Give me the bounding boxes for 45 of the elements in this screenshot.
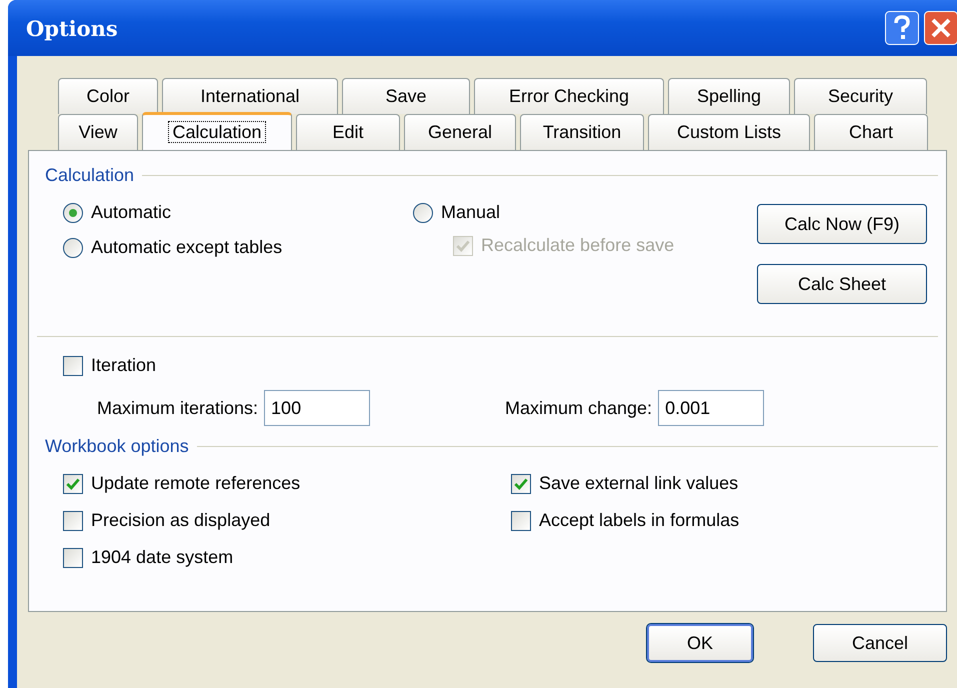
tab[interactable]: Save: [342, 78, 470, 114]
group-heading: Calculation: [45, 165, 134, 186]
input-field[interactable]: 100: [264, 390, 370, 426]
window-title: Options: [26, 16, 118, 40]
checkbox-label: Accept labels in formulas: [539, 510, 740, 531]
checkbox-label: 1904 date system: [91, 547, 234, 568]
checkbox-label: Save external link values: [539, 473, 738, 494]
checkbox[interactable]: [63, 548, 83, 568]
calc-button[interactable]: Calc Now (F9): [757, 204, 927, 244]
radio-label: Automatic except tables: [91, 237, 282, 258]
radio-button[interactable]: [413, 202, 433, 222]
group-heading: Workbook options: [45, 436, 189, 457]
tab[interactable]: Error Checking: [474, 78, 664, 114]
checkbox[interactable]: [63, 356, 83, 376]
dialog-button[interactable]: OK: [647, 624, 753, 662]
radio-button[interactable]: [63, 238, 83, 258]
checkbox[interactable]: [511, 510, 531, 530]
tab[interactable]: Chart: [814, 114, 928, 150]
tab[interactable]: View: [58, 114, 138, 150]
tab[interactable]: Transition: [520, 114, 644, 150]
checkbox[interactable]: [63, 474, 83, 494]
field-label: Maximum change:: [505, 398, 652, 418]
checkbox[interactable]: [63, 510, 83, 530]
help-icon[interactable]: [885, 11, 919, 45]
tab[interactable]: Color: [58, 78, 158, 114]
checkbox-label: Precision as displayed: [91, 510, 270, 531]
tab[interactable]: International: [162, 78, 338, 114]
radio-label: Manual: [441, 202, 500, 223]
checkbox-label: Update remote references: [91, 473, 300, 494]
close-icon[interactable]: [924, 11, 957, 45]
tab[interactable]: Edit: [296, 114, 400, 150]
field-label: Maximum iterations:: [97, 398, 258, 418]
radio-button[interactable]: [63, 202, 83, 222]
radio-label: Automatic: [91, 202, 172, 223]
checkbox[interactable]: [511, 474, 531, 494]
tab[interactable]: Calculation: [142, 112, 292, 150]
tab[interactable]: Security: [794, 78, 927, 114]
dialog-button[interactable]: Cancel: [813, 624, 947, 662]
checkbox-label: Recalculate before save: [481, 235, 674, 256]
tab[interactable]: Custom Lists: [648, 114, 810, 150]
input-field[interactable]: 0.001: [658, 390, 764, 426]
calc-button[interactable]: Calc Sheet: [757, 264, 927, 304]
tab[interactable]: Spelling: [668, 78, 790, 114]
tab[interactable]: General: [404, 114, 516, 150]
checkbox-label: Iteration: [91, 355, 156, 376]
